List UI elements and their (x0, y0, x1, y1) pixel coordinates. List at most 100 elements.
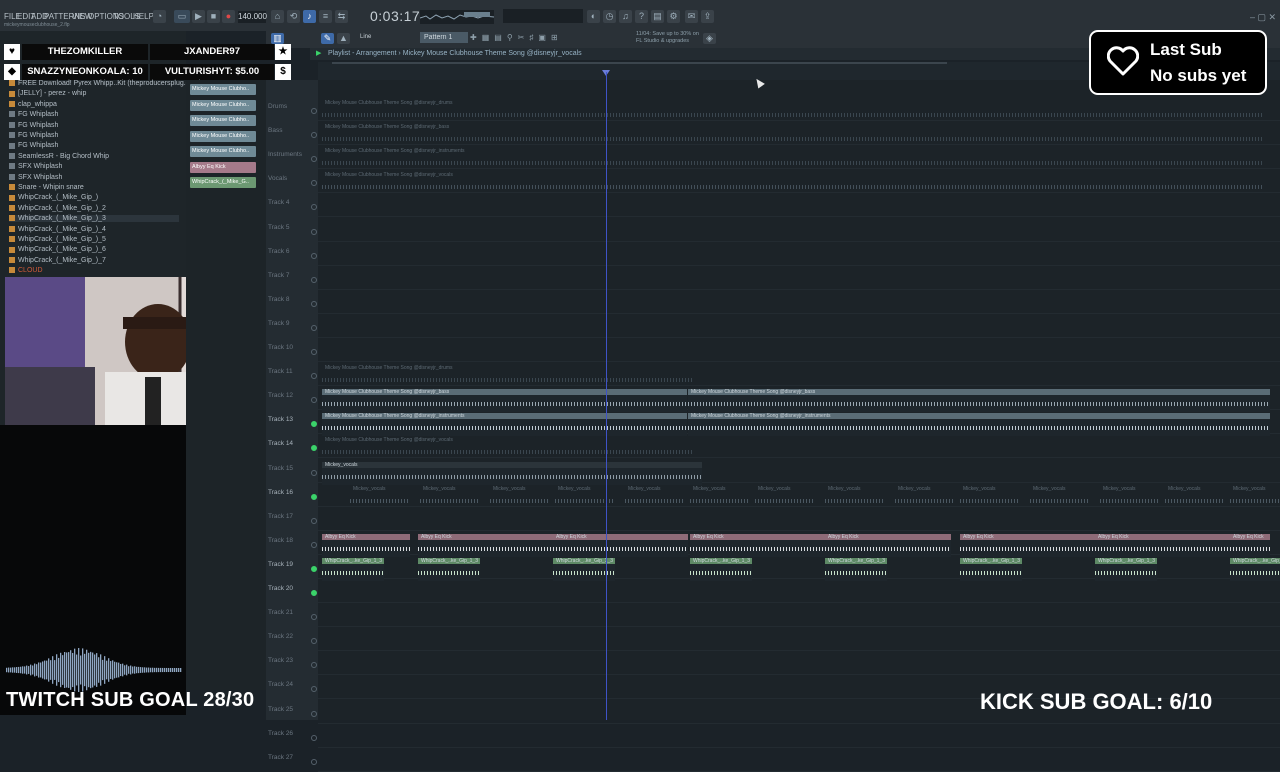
metronome-icon[interactable]: ⌂ (271, 10, 284, 23)
clock-icon[interactable]: ◷ (603, 10, 616, 23)
browser-item[interactable]: WhipCrack_(_Mike_Gip_)_5 (9, 236, 106, 243)
track-label[interactable]: Drums (268, 103, 287, 110)
channel-button[interactable]: Albyy Eq Kick (190, 161, 256, 173)
audio-clip[interactable]: WhipCrack_..ke_Gip_1_3 (825, 557, 887, 582)
channel-button[interactable]: Mickey Mouse Clubho.. (190, 84, 256, 95)
browser-item[interactable]: [JELLY] - perez - whip (9, 90, 86, 97)
plugin-icon[interactable]: ⚙ (667, 10, 680, 23)
browser-item[interactable]: CLOUD (9, 267, 43, 274)
audio-clip[interactable]: WhipCrack_..ke_Gip_1_3 (960, 557, 1022, 582)
audio-clip[interactable]: Mickey Mouse Clubhouse Theme Song @disne… (322, 389, 687, 413)
channel-button[interactable]: Mickey Mouse Clubho.. (190, 130, 256, 142)
audio-clip[interactable]: Mickey_vocals (350, 486, 410, 510)
track-mute-led[interactable] (311, 590, 317, 596)
browser-item[interactable]: FG Whiplash (9, 111, 58, 118)
track-label[interactable]: Track 5 (268, 224, 289, 231)
audio-clip[interactable]: Albyy Eq Kick (825, 533, 951, 558)
audio-clip[interactable]: WhipCrack_..ke_Gip_1_3 (322, 557, 384, 582)
track-mute-led[interactable] (311, 108, 317, 114)
audio-clip[interactable]: Mickey_vocals (1100, 486, 1160, 510)
online-icon[interactable]: ◈ (703, 33, 716, 44)
track-mute-led[interactable] (311, 228, 317, 235)
track-label[interactable]: Track 22 (268, 633, 293, 640)
playlist-icon[interactable]: ▥ (271, 33, 284, 44)
track-mute-led[interactable] (311, 758, 317, 765)
track-mute-led[interactable] (311, 276, 317, 283)
audio-clip[interactable]: Mickey_vocals (1230, 486, 1280, 510)
browser-item[interactable]: SeamlessR - Big Chord Whip (9, 153, 109, 160)
browser-item[interactable]: WhipCrack_(_Mike_Gip_)_2 (9, 205, 106, 212)
track-label[interactable]: Track 14 (268, 440, 293, 447)
browser-item[interactable]: WhipCrack_(_Mike_Gip_)_7 (9, 257, 106, 264)
play-button[interactable]: ▶ (192, 10, 205, 23)
audio-clip[interactable]: Mickey_vocals (825, 486, 885, 510)
audio-clip[interactable]: Albyy Eq Kick (1230, 533, 1270, 558)
track-label[interactable]: Track 25 (268, 706, 293, 713)
track-mute-led[interactable] (311, 469, 317, 476)
track-mute-led[interactable] (311, 517, 317, 524)
pattern-selector[interactable]: Pattern 1 (420, 32, 468, 43)
countdown-icon[interactable]: ≡ (319, 10, 332, 23)
browser-item[interactable]: FG Whiplash (9, 142, 58, 149)
track-mute-led[interactable] (311, 349, 317, 355)
track-label[interactable]: Track 15 (268, 465, 293, 472)
browser-item[interactable]: FREE Download! Pyrex Whipp..Kit (theprod… (9, 80, 201, 87)
help-icon[interactable]: ? (635, 10, 648, 23)
audio-clip[interactable]: Albyy Eq Kick (690, 533, 825, 558)
track-mute-led[interactable] (311, 324, 317, 331)
track-label[interactable]: Track 6 (268, 248, 289, 255)
browser-item[interactable]: WhipCrack_(_Mike_Gip_) (9, 194, 98, 201)
channel-button[interactable]: Mickey Mouse Clubho.. (190, 99, 256, 111)
track-label[interactable]: Instruments (268, 151, 302, 158)
track-label[interactable]: Track 13 (268, 416, 293, 423)
track-label[interactable]: Track 11 (268, 368, 293, 375)
window-controls[interactable]: – ▢ ✕ (1250, 12, 1276, 23)
audio-clip[interactable]: Mickey Mouse Clubhouse Theme Song @disne… (322, 148, 1262, 172)
record-mode-icon[interactable]: ◔ (153, 10, 166, 23)
track-mute-led[interactable] (311, 710, 317, 717)
track-mute-led[interactable] (311, 565, 317, 572)
browser-item[interactable]: WhipCrack_(_Mike_Gip_)_6 (9, 246, 106, 253)
track-label[interactable]: Track 8 (268, 296, 289, 303)
audio-clip[interactable]: Mickey Mouse Clubhouse Theme Song @disne… (322, 413, 687, 437)
stop-button[interactable]: ■ (207, 10, 220, 23)
audio-clip[interactable]: Mickey Mouse Clubhouse Theme Song @disne… (322, 172, 1262, 196)
track-label[interactable]: Bass (268, 127, 282, 134)
audio-clip[interactable]: WhipCrack_..ke_Gip_1_3 (1095, 557, 1157, 582)
track-mute-led[interactable] (311, 252, 317, 259)
track-label[interactable]: Track 19 (268, 561, 293, 568)
track-label[interactable]: Track 17 (268, 513, 293, 520)
audio-clip[interactable]: Mickey_vocals (895, 486, 955, 510)
track-label[interactable]: Track 27 (268, 754, 293, 761)
track-label[interactable]: Track 16 (268, 489, 293, 496)
track-label[interactable]: Track 10 (268, 344, 293, 351)
song-mode-toggle[interactable]: ▭ (174, 10, 190, 23)
export-icon[interactable]: ⇪ (701, 10, 714, 23)
track-mute-led[interactable] (311, 541, 317, 548)
audio-clip[interactable]: Mickey_vocals (322, 461, 702, 486)
loop-icon[interactable]: ⟲ (287, 10, 300, 23)
browser-item[interactable]: SFX Whiplash (9, 174, 62, 181)
channel-button[interactable]: Mickey Mouse Clubho.. (190, 115, 256, 126)
audio-clip[interactable]: Mickey Mouse Clubhouse Theme Song @disne… (322, 437, 692, 461)
track-label[interactable]: Track 4 (268, 199, 289, 206)
news-ticker[interactable]: 11/04: Save up to 30% on FL Studio & upgr… (636, 31, 699, 45)
channel-button[interactable]: WhipCrack_(_Mike_G.. (190, 177, 256, 188)
save-icon[interactable]: ▤ (651, 10, 664, 23)
audio-clip[interactable]: Mickey_vocals (625, 486, 685, 510)
audio-clip[interactable]: Albyy Eq Kick (960, 533, 1095, 558)
chat-icon[interactable]: ✉ (685, 10, 698, 23)
track-label[interactable]: Track 23 (268, 657, 293, 664)
browser-item[interactable]: FG Whiplash (9, 132, 58, 139)
track-label[interactable]: Track 18 (268, 537, 293, 544)
audio-clip[interactable]: Albyy Eq Kick (322, 533, 410, 558)
track-mute-led[interactable] (311, 734, 317, 741)
snap-select[interactable]: Line (360, 34, 371, 40)
track-label[interactable]: Track 9 (268, 320, 289, 327)
audio-clip[interactable]: WhipCrack_..ke_Gip_1_3 (690, 557, 752, 582)
audio-clip[interactable]: Mickey_vocals (690, 486, 750, 510)
snap-icon[interactable]: ◐ (587, 10, 600, 23)
audio-clip[interactable]: Mickey_vocals (490, 486, 550, 510)
browser-item[interactable]: WhipCrack_(_Mike_Gip_)_3 (9, 215, 179, 223)
track-label[interactable]: Track 7 (268, 272, 289, 279)
